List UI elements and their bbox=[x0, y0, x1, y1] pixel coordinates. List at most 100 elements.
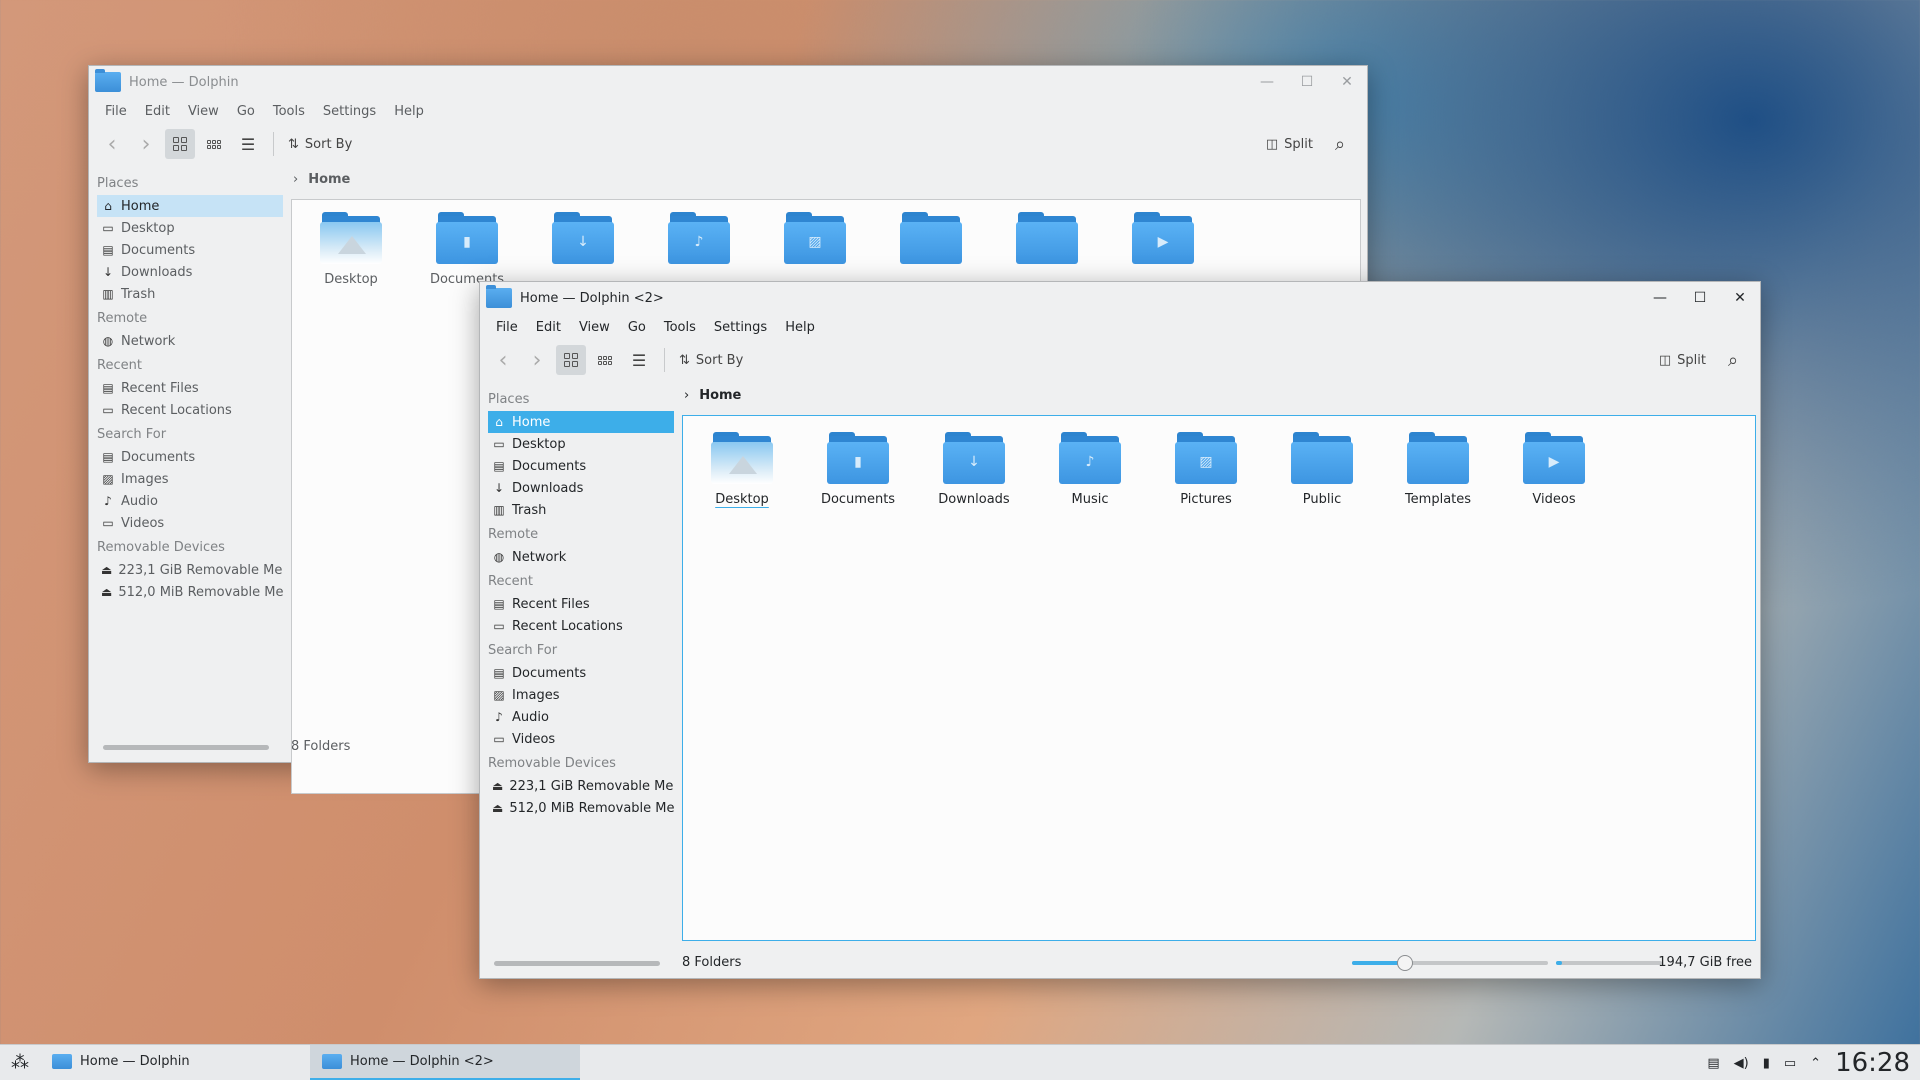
folder-item-videos[interactable]: ▶ Videos bbox=[1499, 432, 1609, 507]
application-launcher-icon[interactable]: ⁂ bbox=[0, 1052, 40, 1073]
minimize-button[interactable]: — bbox=[1247, 74, 1287, 90]
sidebar-item-search-images[interactable]: ▨ Images bbox=[97, 468, 283, 490]
sort-by-button[interactable]: ⇅ Sort By bbox=[280, 129, 360, 159]
maximize-button[interactable]: ☐ bbox=[1287, 74, 1327, 90]
folder-item[interactable]: ▨ bbox=[760, 212, 870, 264]
menu-view[interactable]: View bbox=[571, 316, 620, 340]
volume-icon[interactable]: ◀) bbox=[1734, 1056, 1749, 1071]
sidebar-item-trash[interactable]: ▥ Trash bbox=[488, 499, 674, 521]
sidebar-item-removable-1[interactable]: ⏏ 223,1 GiB Removable Media bbox=[488, 775, 674, 797]
sidebar-item-trash[interactable]: ▥ Trash bbox=[97, 283, 283, 305]
compact-view-button[interactable] bbox=[590, 345, 620, 375]
menu-help[interactable]: Help bbox=[386, 100, 434, 124]
sidebar-item-removable-1[interactable]: ⏏ 223,1 GiB Removable Media bbox=[97, 559, 283, 581]
sidebar-item-search-videos[interactable]: ▭ Videos bbox=[97, 512, 283, 534]
sidebar-item-search-audio[interactable]: ♪ Audio bbox=[97, 490, 283, 512]
folder-item[interactable]: ▮ Documents bbox=[412, 212, 522, 287]
close-button[interactable]: ✕ bbox=[1720, 290, 1760, 306]
sidebar-item-search-videos[interactable]: ▭ Videos bbox=[488, 728, 674, 750]
clipboard-icon[interactable]: ▤ bbox=[1707, 1056, 1719, 1071]
tray-expand-icon[interactable]: ⌃ bbox=[1810, 1056, 1821, 1071]
dolphin-window-2[interactable]: Home — Dolphin <2> — ☐ ✕ File Edit View … bbox=[479, 281, 1761, 979]
sidebar-item-recent-locations[interactable]: ▭ Recent Locations bbox=[488, 615, 674, 637]
breadcrumb[interactable]: › Home bbox=[684, 388, 741, 403]
details-view-button[interactable]: ☰ bbox=[233, 129, 263, 159]
menu-go[interactable]: Go bbox=[620, 316, 656, 340]
sidebar-item-desktop[interactable]: ▭ Desktop bbox=[488, 433, 674, 455]
sidebar-scrollbar[interactable] bbox=[494, 961, 660, 966]
sidebar-item-removable-2[interactable]: ⏏ 512,0 MiB Removable Media bbox=[488, 797, 674, 819]
title-bar[interactable]: Home — Dolphin — ☐ ✕ bbox=[89, 66, 1367, 98]
compact-view-button[interactable] bbox=[199, 129, 229, 159]
folder-item-documents[interactable]: ▮ Documents bbox=[803, 432, 913, 507]
menu-tools[interactable]: Tools bbox=[656, 316, 706, 340]
folder-item[interactable]: ♪ bbox=[644, 212, 754, 264]
back-button[interactable]: ‹ bbox=[97, 129, 127, 159]
details-view-button[interactable]: ☰ bbox=[624, 345, 654, 375]
sidebar-item-search-audio[interactable]: ♪ Audio bbox=[488, 706, 674, 728]
menu-help[interactable]: Help bbox=[777, 316, 825, 340]
search-button[interactable]: ⌕ bbox=[1718, 345, 1748, 375]
sidebar-item-documents[interactable]: ▤ Documents bbox=[97, 239, 283, 261]
search-button[interactable]: ⌕ bbox=[1325, 129, 1355, 159]
back-button[interactable]: ‹ bbox=[488, 345, 518, 375]
forward-button[interactable]: › bbox=[522, 345, 552, 375]
sidebar-item-network[interactable]: ◍ Network bbox=[97, 330, 283, 352]
sidebar-item-network[interactable]: ◍ Network bbox=[488, 546, 674, 568]
folder-item[interactable] bbox=[876, 212, 986, 264]
zoom-slider[interactable] bbox=[1352, 955, 1548, 971]
menu-settings[interactable]: Settings bbox=[706, 316, 777, 340]
sidebar-item-removable-2[interactable]: ⏏ 512,0 MiB Removable Media bbox=[97, 581, 283, 603]
task-dolphin-2[interactable]: Home — Dolphin <2> bbox=[310, 1044, 580, 1080]
folder-item-downloads[interactable]: ↓ Downloads bbox=[919, 432, 1029, 507]
breadcrumb-home[interactable]: Home bbox=[699, 388, 741, 403]
folder-item-music[interactable]: ♪ Music bbox=[1035, 432, 1145, 507]
folder-item[interactable]: ↓ bbox=[528, 212, 638, 264]
menu-settings[interactable]: Settings bbox=[315, 100, 386, 124]
sidebar-item-recent-files[interactable]: ▤ Recent Files bbox=[488, 593, 674, 615]
sidebar-item-search-documents[interactable]: ▤ Documents bbox=[97, 446, 283, 468]
folder-item[interactable]: Desktop bbox=[296, 212, 406, 287]
sidebar-item-recent-files[interactable]: ▤ Recent Files bbox=[97, 377, 283, 399]
menu-file[interactable]: File bbox=[97, 100, 137, 124]
sidebar-item-home[interactable]: ⌂ Home bbox=[97, 195, 283, 217]
folder-item-public[interactable]: Public bbox=[1267, 432, 1377, 507]
zoom-slider-handle[interactable] bbox=[1396, 955, 1413, 971]
folder-item-templates[interactable]: Templates bbox=[1383, 432, 1493, 507]
breadcrumb-home[interactable]: Home bbox=[308, 172, 350, 187]
menu-edit[interactable]: Edit bbox=[528, 316, 571, 340]
menu-edit[interactable]: Edit bbox=[137, 100, 180, 124]
menu-file[interactable]: File bbox=[488, 316, 528, 340]
icons-view-button[interactable] bbox=[556, 345, 586, 375]
minimize-button[interactable]: — bbox=[1640, 290, 1680, 306]
split-button[interactable]: ◫ Split bbox=[1258, 129, 1321, 159]
sidebar-item-downloads[interactable]: ↓ Downloads bbox=[488, 477, 674, 499]
sidebar-item-search-documents[interactable]: ▤ Documents bbox=[488, 662, 674, 684]
network-tray-icon[interactable]: ▭ bbox=[1784, 1056, 1796, 1071]
sidebar-item-documents[interactable]: ▤ Documents bbox=[488, 455, 674, 477]
breadcrumb[interactable]: › Home bbox=[293, 172, 350, 187]
maximize-button[interactable]: ☐ bbox=[1680, 290, 1720, 306]
folder-item[interactable] bbox=[992, 212, 1102, 264]
split-button[interactable]: ◫ Split bbox=[1651, 345, 1714, 375]
forward-button[interactable]: › bbox=[131, 129, 161, 159]
icons-view-button[interactable] bbox=[165, 129, 195, 159]
sidebar-item-downloads[interactable]: ↓ Downloads bbox=[97, 261, 283, 283]
folder-item[interactable]: ▶ bbox=[1108, 212, 1218, 264]
menu-tools[interactable]: Tools bbox=[265, 100, 315, 124]
digital-clock[interactable]: 16:28 bbox=[1835, 1048, 1910, 1078]
sort-by-button[interactable]: ⇅ Sort By bbox=[671, 345, 751, 375]
close-button[interactable]: ✕ bbox=[1327, 74, 1367, 90]
sidebar-item-search-images[interactable]: ▨ Images bbox=[488, 684, 674, 706]
folder-item-desktop[interactable]: Desktop bbox=[687, 432, 797, 507]
file-view[interactable]: Desktop ▮ Documents ↓ Downloads ♪ Music … bbox=[682, 415, 1756, 941]
sidebar-item-home[interactable]: ⌂ Home bbox=[488, 411, 674, 433]
sidebar-item-recent-locations[interactable]: ▭ Recent Locations bbox=[97, 399, 283, 421]
title-bar[interactable]: Home — Dolphin <2> — ☐ ✕ bbox=[480, 282, 1760, 314]
sidebar-scrollbar[interactable] bbox=[103, 745, 269, 750]
folder-item-pictures[interactable]: ▨ Pictures bbox=[1151, 432, 1261, 507]
removable-device-icon[interactable]: ▮ bbox=[1763, 1056, 1770, 1071]
menu-go[interactable]: Go bbox=[229, 100, 265, 124]
menu-view[interactable]: View bbox=[180, 100, 229, 124]
task-dolphin-1[interactable]: Home — Dolphin bbox=[40, 1045, 310, 1080]
